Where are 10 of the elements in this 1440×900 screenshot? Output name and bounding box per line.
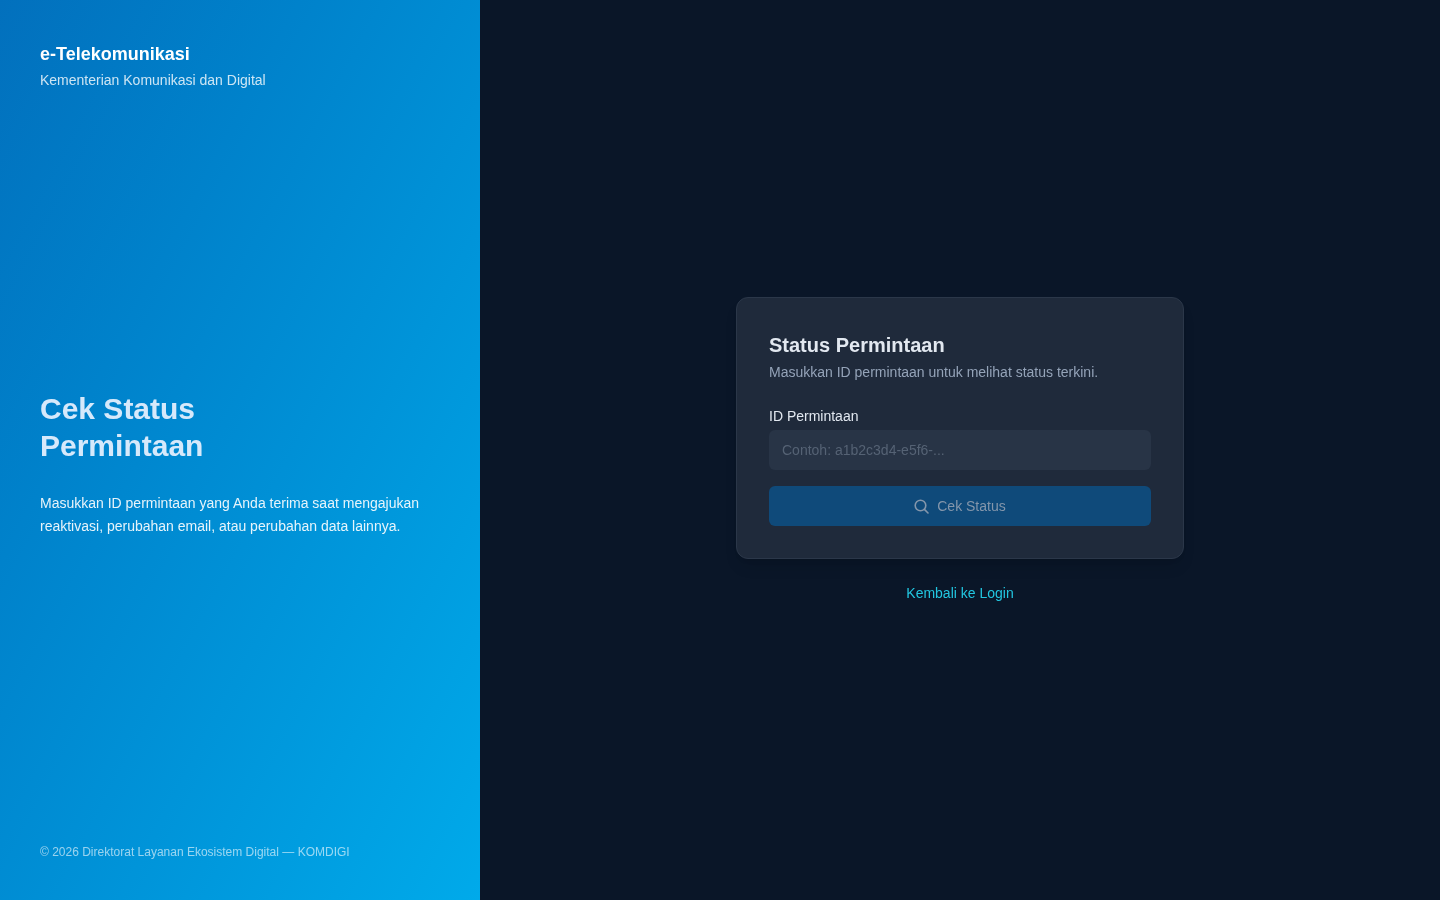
card-subtitle: Masukkan ID permintaan untuk melihat status terkini. bbox=[769, 363, 1100, 382]
footer-copyright: © 2026 Direktorat Layanan Ekosistem Digital — KOMDIGI bbox=[40, 844, 351, 860]
brand-subtitle: Kementerian Komunikasi dan Digital bbox=[40, 71, 267, 90]
hero-heading: Cek Status Permintaan bbox=[40, 391, 205, 464]
back-to-login-link[interactable]: Kembali ke Login bbox=[906, 583, 1014, 603]
brand-title: e-Telekomunikasi bbox=[40, 43, 191, 66]
card-title: Status Permintaan bbox=[769, 333, 946, 358]
search-icon bbox=[914, 498, 930, 514]
field-label: ID Permintaan bbox=[769, 407, 860, 426]
hero-description: Masukkan ID permintaan yang Anda terima saat mengajukan reaktivasi, perubahan email, atau perubahan data lainnya. bbox=[40, 494, 420, 536]
